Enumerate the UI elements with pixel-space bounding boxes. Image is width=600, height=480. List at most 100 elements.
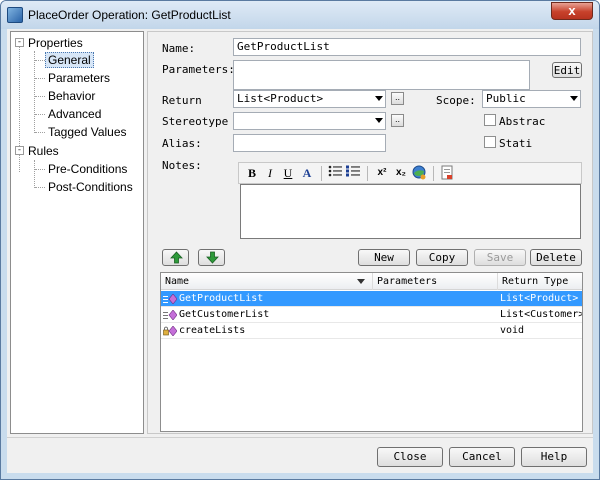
operation-parameters (375, 291, 495, 307)
operation-parameters (375, 307, 495, 323)
tree-item-pre-conditions[interactable]: Pre-Conditions (48, 160, 127, 178)
tree-branch (35, 78, 45, 79)
chevron-down-icon (570, 96, 578, 101)
move-down-button[interactable] (198, 249, 225, 266)
list-row[interactable]: createLists void (161, 323, 582, 339)
abstract-checkbox[interactable] (484, 114, 496, 126)
delete-button[interactable]: Delete (530, 249, 582, 266)
dialog-footer: Close Cancel Help (7, 437, 593, 473)
tree-branch (35, 114, 45, 115)
tree-item-label: Tagged Values (48, 125, 127, 139)
parameters-label: Parameters: (162, 63, 235, 76)
alias-field[interactable] (233, 134, 386, 152)
scope-select[interactable]: Public (482, 90, 581, 108)
italic-button[interactable]: I (263, 165, 277, 181)
tree-branch (35, 96, 45, 97)
sort-descending-icon (357, 279, 365, 284)
numbered-list-button[interactable] (345, 165, 361, 181)
return-type-browse-button[interactable]: .. (391, 92, 404, 105)
cancel-button[interactable]: Cancel (449, 447, 515, 467)
tree-item-parameters[interactable]: Parameters (48, 69, 110, 87)
bold-button[interactable]: B (245, 165, 259, 181)
underline-button[interactable]: U (281, 165, 295, 181)
column-header-name[interactable]: Name (161, 273, 373, 290)
save-button[interactable]: Save (474, 249, 526, 266)
operation-name: GetProductList (179, 293, 264, 304)
subscript-button[interactable]: x₂ (393, 165, 409, 181)
font-color-button[interactable]: A (299, 165, 315, 181)
property-tree: - Properties General Parameters Behavior… (10, 31, 144, 434)
tree-branch (35, 132, 45, 133)
static-checkbox[interactable] (484, 136, 496, 148)
name-field[interactable]: GetProductList (233, 38, 581, 56)
list-row[interactable]: GetProductList List<Product> (161, 291, 582, 307)
column-header-parameters[interactable]: Parameters (373, 273, 498, 290)
name-label: Name: (162, 42, 196, 55)
insert-hyperlink-button[interactable] (411, 165, 427, 181)
tree-item-tagged-values[interactable]: Tagged Values (48, 123, 127, 141)
notes-toolbar: B I U A x² x₂ (238, 162, 582, 184)
private-operation-icon (163, 326, 177, 336)
toolbar-separator (433, 166, 434, 181)
alias-label: Alias: (162, 137, 202, 150)
arrow-down-icon (206, 251, 219, 264)
column-header-label: Name (165, 276, 190, 287)
close-button[interactable]: Close (377, 447, 443, 467)
edit-parameters-button[interactable]: Edit (552, 62, 582, 78)
numbered-list-icon (346, 165, 360, 177)
tree-branch (35, 60, 45, 61)
tree-item-general[interactable]: General (45, 51, 94, 69)
bullet-list-button[interactable] (327, 165, 343, 181)
tree-group-label: Properties (28, 36, 83, 50)
return-type-select[interactable]: List<Product> (233, 90, 386, 108)
operation-return-type: List<Customer> (500, 309, 582, 320)
document-icon (441, 165, 452, 180)
window-close-button[interactable]: x (551, 2, 593, 20)
public-operation-icon (163, 310, 177, 320)
new-button[interactable]: New (358, 249, 410, 266)
stereotype-select[interactable] (233, 112, 386, 130)
globe-icon (412, 165, 425, 180)
operation-return-type: void (500, 325, 525, 336)
superscript-button[interactable]: x² (374, 165, 390, 181)
operation-return-type: List<Product> (500, 293, 579, 304)
operation-parameters (375, 323, 495, 339)
window-title: PlaceOrder Operation: GetProductList (28, 8, 231, 22)
arrow-up-icon (170, 251, 183, 264)
help-button[interactable]: Help (521, 447, 587, 467)
collapse-icon[interactable]: - (15, 38, 24, 47)
tree-item-advanced[interactable]: Advanced (48, 105, 101, 123)
chevron-down-icon (375, 96, 383, 101)
operations-list: Name Parameters Return Type GetProductLi… (160, 272, 583, 432)
public-operation-icon (163, 294, 177, 304)
collapse-icon[interactable]: - (15, 146, 24, 155)
static-label: Stati (499, 137, 533, 150)
stereotype-browse-button[interactable]: .. (391, 114, 404, 127)
general-panel: Name: GetProductList Parameters: Edit Re… (147, 31, 593, 434)
copy-button[interactable]: Copy (416, 249, 468, 266)
return-type-value: List<Product> (237, 92, 324, 105)
notes-editor[interactable] (240, 184, 581, 239)
tree-item-label: Parameters (48, 71, 111, 85)
tree-guide (34, 51, 35, 133)
list-header: Name Parameters Return Type (161, 273, 582, 290)
tree-group-label: Rules (28, 144, 59, 158)
tree-item-label: Advanced (48, 107, 102, 121)
insert-document-button[interactable] (439, 165, 455, 181)
operation-name: GetCustomerList (179, 309, 270, 320)
dialog-client: - Properties General Parameters Behavior… (7, 29, 593, 473)
title-bar[interactable]: PlaceOrder Operation: GetProductList x (1, 1, 599, 29)
parameters-field[interactable] (233, 60, 530, 90)
scope-label: Scope: (436, 94, 476, 107)
tree-item-behavior[interactable]: Behavior (48, 87, 95, 105)
return-label: Return (162, 94, 202, 107)
column-header-return-type[interactable]: Return Type (498, 273, 582, 290)
tree-item-post-conditions[interactable]: Post-Conditions (48, 178, 133, 196)
tree-item-label: Pre-Conditions (48, 162, 128, 176)
toolbar-separator (367, 166, 368, 181)
move-up-button[interactable] (162, 249, 189, 266)
list-row[interactable]: GetCustomerList List<Customer> (161, 307, 582, 323)
tree-branch (35, 187, 45, 188)
scope-value: Public (486, 92, 526, 105)
notes-label: Notes: (162, 159, 202, 172)
